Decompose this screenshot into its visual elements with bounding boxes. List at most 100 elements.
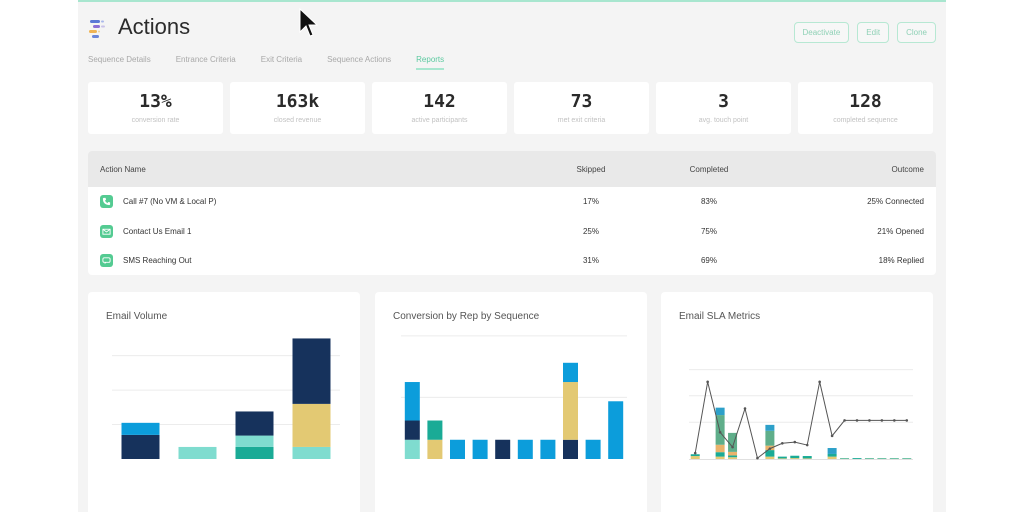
bar-segment-teal [715, 452, 725, 457]
stat-value: 163k [275, 91, 320, 112]
bar-segment-cyan [827, 448, 837, 454]
stat-value: 13% [139, 91, 172, 112]
bar-segment-navy [563, 439, 578, 459]
bar-segment-teal [827, 453, 837, 457]
bar-segment-teal [840, 458, 850, 459]
bar-segment-navy [495, 439, 511, 459]
email-volume-chart [112, 338, 340, 459]
bar-segment-teal [889, 458, 899, 459]
column-header-completed[interactable]: Completed [634, 165, 784, 174]
table-row[interactable]: SMS Reaching Out 31% 69% 18% Replied [88, 246, 936, 275]
table-row[interactable]: Contact Us Email 1 25% 75% 21% Opened [88, 217, 936, 247]
sla-line-point [731, 445, 734, 449]
tab-entrance-criteria[interactable]: Entrance Criteria [176, 55, 236, 70]
stat-value: 142 [423, 91, 456, 112]
bar-segment-teal [864, 458, 874, 459]
bar-segment-yellow [690, 456, 700, 459]
tab-reports[interactable]: Reports [416, 55, 445, 70]
stats-row: 13% conversion rate 163k closed revenue … [88, 82, 933, 134]
column-header-action-name[interactable]: Action Name [88, 165, 548, 174]
bar-segment-orange [728, 451, 738, 456]
sla-line-point [706, 380, 709, 384]
bar-segment-yellow [802, 458, 812, 459]
bar-segment-yellow [563, 382, 578, 440]
sla-line-point [880, 419, 884, 422]
bar-segment-teal [690, 454, 700, 457]
skipped-cell: 17% [582, 197, 599, 207]
edit-button[interactable]: Edit [857, 22, 890, 43]
action-name: Call #7 (No VM & Local P) [123, 197, 217, 207]
top-accent-bar [78, 0, 946, 2]
bar-segment-teal [728, 455, 738, 458]
bar-segment-yellow [292, 403, 331, 447]
page-title: Actions [118, 14, 191, 39]
bar-segment-cyan [715, 407, 725, 416]
actions-table: Action Name Skipped Completed Outcome Ca… [88, 151, 936, 275]
outcome-cell: 25% Connected [867, 197, 924, 207]
stat-label: closed revenue [273, 117, 322, 124]
bar-segment-blue [450, 439, 465, 459]
sla-line-point [830, 434, 834, 438]
bar-segment-green [728, 432, 738, 452]
column-header-skipped[interactable]: Skipped [548, 165, 634, 174]
bar-segment-navy [235, 411, 274, 436]
action-name: Contact Us Email 1 [123, 226, 192, 236]
skipped-cell: 25% [582, 226, 599, 236]
bar-segment-blue [517, 439, 533, 459]
completed-cell: 69% [700, 256, 717, 266]
clone-button[interactable]: Clone [897, 22, 936, 43]
skipped-cell: 31% [582, 256, 599, 266]
action-name-cell: Call #7 (No VM & Local P) [88, 195, 548, 209]
deactivate-button[interactable]: Deactivate [793, 22, 850, 43]
stat-card-conversion-rate: 13% conversion rate [88, 82, 223, 134]
sla-line-point [743, 407, 747, 410]
bar-segment-yellow [765, 456, 775, 459]
bar-segment-blue [563, 362, 578, 383]
table-row[interactable]: Call #7 (No VM & Local P) 17% 83% 25% Co… [88, 187, 936, 217]
stat-value: 73 [570, 91, 593, 112]
sla-line-point [893, 419, 896, 422]
tab-exit-criteria[interactable]: Exit Criteria [261, 55, 302, 70]
sla-line-point [756, 456, 759, 460]
action-name-cell: SMS Reaching Out [88, 254, 548, 268]
sla-line-point [805, 443, 809, 447]
bar-segment-navy-top [292, 338, 331, 404]
stat-label: avg. touch point [698, 117, 749, 124]
sla-line-point [718, 430, 722, 434]
outcome-cell: 21% Opened [877, 226, 924, 236]
tab-bar: Sequence Details Entrance Criteria Exit … [88, 55, 445, 70]
stat-card-completed-sequence: 128 completed sequence [798, 82, 933, 134]
bar-segment-teal [427, 420, 443, 440]
email-icon [100, 224, 113, 238]
bar-segment-navy [121, 434, 160, 459]
sla-line-point [843, 419, 846, 422]
bar-segment-yellow [715, 456, 725, 459]
bar-segment-light-teal [292, 446, 331, 459]
bar-segment-yellow [827, 456, 837, 459]
sla-line-point [855, 419, 859, 422]
tab-sequence-actions[interactable]: Sequence Actions [327, 55, 391, 70]
bar-segment-navy [404, 420, 420, 440]
action-name: SMS Reaching Out [123, 256, 192, 266]
stat-label: met exit criteria [557, 117, 606, 124]
stat-value: 3 [718, 91, 729, 112]
bar-segment-yellow [790, 458, 800, 459]
bar-segment-teal [802, 456, 812, 459]
app-window: Actions Deactivate Edit Clone Sequence D… [78, 0, 946, 522]
completed-cell: 75% [700, 226, 717, 236]
column-header-outcome[interactable]: Outcome [784, 165, 936, 174]
bar-segment-yellow [728, 457, 738, 459]
bar-segment-blue [585, 439, 601, 459]
header-actions: Deactivate Edit Clone [793, 22, 936, 43]
outcome-cell: 18% Replied [878, 256, 924, 266]
stat-card-met-exit-criteria: 73 met exit criteria [514, 82, 649, 134]
tab-sequence-details[interactable]: Sequence Details [88, 55, 151, 70]
chart-card-conversion: Conversion by Rep by Sequence [375, 292, 647, 522]
stat-card-closed-revenue: 163k closed revenue [230, 82, 365, 134]
phone-icon [100, 195, 113, 209]
sla-line-point [768, 447, 772, 450]
sequence-logo-icon [89, 20, 105, 38]
bar-segment-teal [790, 455, 800, 459]
stat-label: active participants [411, 117, 468, 124]
sla-line-point [693, 451, 697, 455]
